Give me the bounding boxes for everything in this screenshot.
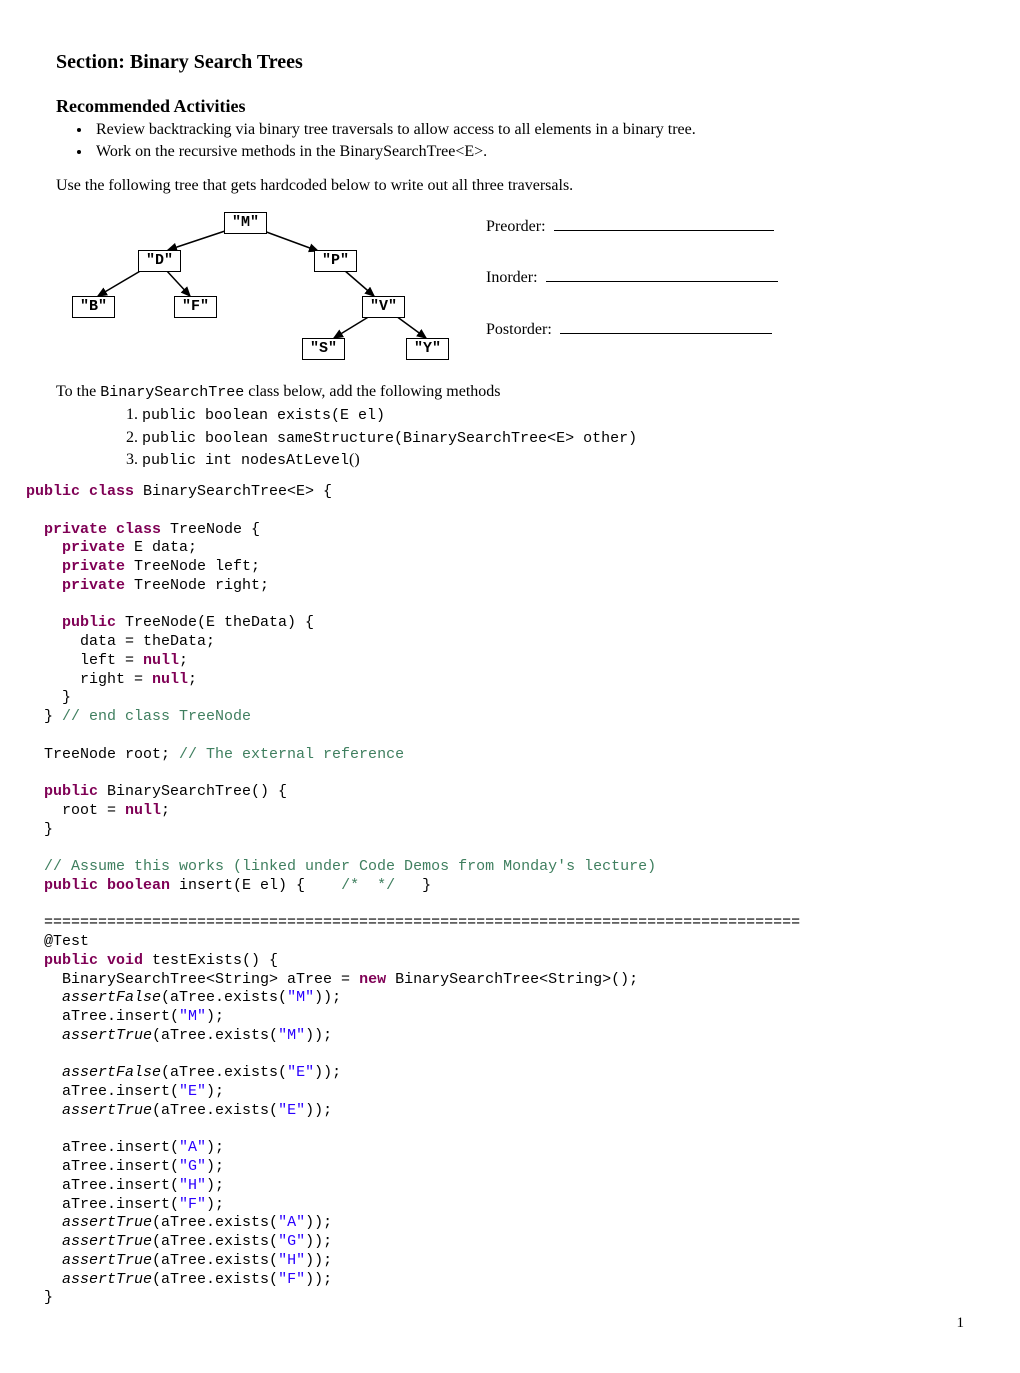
tree-node-P: "P" [314,250,357,273]
tree-node-V: "V" [362,296,405,319]
activities-list: Review backtracking via binary tree trav… [56,120,964,162]
method-item: public boolean exists(E el) [142,404,964,426]
activity-item: Review backtracking via binary tree trav… [92,120,964,140]
tree-node-Y: "Y" [406,338,449,361]
method-item: public boolean sameStructure(BinarySearc… [142,427,964,449]
activity-item: Work on the recursive methods in the Bin… [92,142,964,162]
tree-node-M: "M" [224,212,267,235]
preorder-blank[interactable] [554,216,774,231]
tree-diagram: "M" "D" "P" "B" "F" "V" "S" "Y" [56,208,456,368]
inorder-blank[interactable] [546,267,778,282]
methods-intro: To the BinarySearchTree class below, add… [56,382,964,403]
tree-node-B: "B" [72,296,115,319]
preorder-label: Preorder: [486,217,546,237]
tree-node-F: "F" [174,296,217,319]
page-number: 1 [56,1314,964,1333]
tree-node-D: "D" [138,250,181,273]
inorder-label: Inorder: [486,268,538,288]
activities-heading: Recommended Activities [56,95,964,118]
code-block: public class BinarySearchTree<E> { priva… [26,483,964,1308]
method-item: public int nodesAtLevel() [142,449,964,471]
postorder-blank[interactable] [560,318,772,333]
tree-node-S: "S" [302,338,345,361]
postorder-label: Postorder: [486,320,552,340]
traversal-blanks: Preorder: Inorder: Postorder: [486,216,778,370]
tree-intro: Use the following tree that gets hardcod… [56,176,964,196]
methods-list: public boolean exists(E el) public boole… [56,404,964,471]
section-heading: Section: Binary Search Trees [56,50,964,75]
